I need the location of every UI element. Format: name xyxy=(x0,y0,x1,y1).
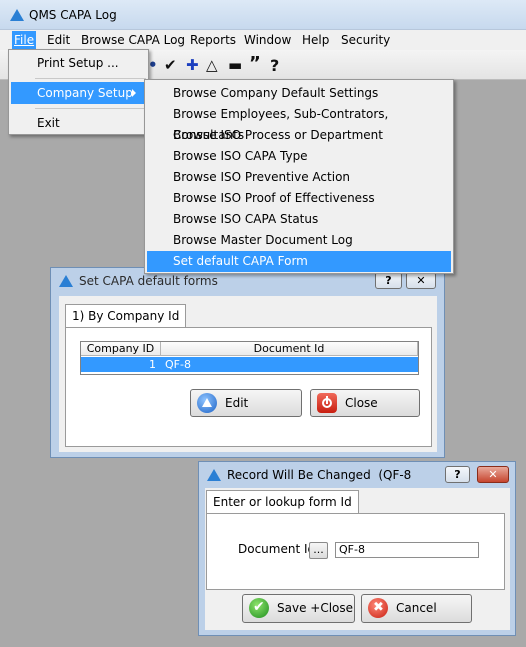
menu-help[interactable]: Help xyxy=(300,33,331,49)
menu-separator xyxy=(35,78,146,79)
tab-panel: Document Id: ... QF-8 xyxy=(206,513,505,590)
close-button[interactable]: Close xyxy=(310,389,420,417)
triangle-icon[interactable]: △ xyxy=(206,56,218,74)
dialog-title: Set CAPA default forms xyxy=(79,274,218,288)
power-icon xyxy=(317,393,337,413)
plus-icon[interactable]: ✚ xyxy=(186,56,199,74)
cancel-icon: ✖ xyxy=(368,598,388,618)
menu-item-proof-effectiveness[interactable]: Browse ISO Proof of Effectiveness xyxy=(147,188,451,209)
menu-item-preventive-action[interactable]: Browse ISO Preventive Action xyxy=(147,167,451,188)
tab-panel: Company ID Document Id 1 QF-8 Edit Close xyxy=(65,327,432,447)
menu-item-set-default-capa-form[interactable]: Set default CAPA Form xyxy=(147,251,451,272)
menu-browse-capa-log[interactable]: Browse CAPA Log xyxy=(79,33,187,49)
help-button[interactable]: ? xyxy=(375,272,402,289)
dialog-body: 1) By Company Id Company ID Document Id … xyxy=(59,296,437,452)
edit-icon xyxy=(197,393,217,413)
help-button[interactable]: ? xyxy=(445,466,470,483)
record-dialog-titlebar[interactable]: Record Will Be Changed (QF-8 ) ? ✕ xyxy=(199,462,515,488)
capa-forms-dialog: Set CAPA default forms ? ✕ 1) By Company… xyxy=(50,267,445,458)
menu-file[interactable]: File xyxy=(12,31,37,49)
company-setup-submenu: Browse Company Default Settings Browse E… xyxy=(144,79,454,274)
help-icon[interactable]: ? xyxy=(270,56,279,75)
close-button-label: Close xyxy=(345,396,378,410)
app-title: QMS CAPA Log xyxy=(29,8,117,22)
menu-security[interactable]: Security xyxy=(339,33,392,49)
lookup-button[interactable]: ... xyxy=(309,542,328,559)
save-close-label: Save +Close xyxy=(277,601,354,615)
column-header-company-id[interactable]: Company ID xyxy=(81,342,161,356)
menu-item-print-setup[interactable]: Print Setup ... xyxy=(11,52,146,74)
cancel-button[interactable]: ✖ Cancel xyxy=(361,594,472,623)
check-icon: ✔ xyxy=(249,598,269,618)
menu-item-employees[interactable]: Browse Employees, Sub-Contrators, Consul… xyxy=(147,104,451,142)
quote-icon[interactable]: ” xyxy=(249,53,261,74)
menu-item-exit[interactable]: Exit xyxy=(11,112,146,134)
menu-reports[interactable]: Reports xyxy=(188,33,238,49)
menu-separator xyxy=(35,108,146,109)
document-id-field[interactable]: QF-8 xyxy=(335,542,479,558)
tab-enter-lookup[interactable]: Enter or lookup form Id xyxy=(206,490,359,514)
table-row[interactable]: 1 QF-8 xyxy=(81,357,418,372)
save-close-button[interactable]: ✔ Save +Close xyxy=(242,594,355,623)
cell-company-id: 1 xyxy=(149,358,156,371)
file-menu: Print Setup ... Company Setup Exit xyxy=(8,49,149,135)
menu-file-label: File xyxy=(14,33,35,47)
close-icon[interactable]: ✕ xyxy=(477,466,509,483)
minus-icon[interactable]: ▬ xyxy=(228,56,242,74)
cell-document-id: QF-8 xyxy=(165,358,191,371)
app-titlebar: QMS CAPA Log xyxy=(0,0,526,30)
tab-by-company-id[interactable]: 1) By Company Id xyxy=(65,304,187,328)
dialog-body: Enter or lookup form Id Document Id: ...… xyxy=(205,488,510,630)
menu-item-capa-status[interactable]: Browse ISO CAPA Status xyxy=(147,209,451,230)
dialog-logo-icon xyxy=(207,469,221,481)
menu-item-company-defaults[interactable]: Browse Company Default Settings xyxy=(147,83,451,104)
menu-window[interactable]: Window xyxy=(242,33,293,49)
save-icon[interactable]: • xyxy=(148,56,158,74)
menu-item-company-setup[interactable]: Company Setup xyxy=(11,82,146,104)
submenu-arrow-icon xyxy=(132,89,136,97)
dialog-logo-icon xyxy=(59,275,73,287)
app-logo-icon xyxy=(10,9,24,21)
edit-button-label: Edit xyxy=(225,396,249,410)
forms-grid: Company ID Document Id 1 QF-8 xyxy=(80,341,419,375)
menu-item-company-setup-label: Company Setup xyxy=(37,86,133,100)
menu-item-iso-process[interactable]: Browse ISO Process or Department xyxy=(147,125,451,146)
edit-button[interactable]: Edit xyxy=(190,389,302,417)
menubar: File Edit Browse CAPA Log Reports Window… xyxy=(0,30,526,50)
record-changed-dialog: Record Will Be Changed (QF-8 ) ? ✕ Enter… xyxy=(198,461,516,636)
check-icon[interactable]: ✔ xyxy=(164,56,177,74)
menu-edit[interactable]: Edit xyxy=(45,33,72,49)
column-header-document-id[interactable]: Document Id xyxy=(161,342,418,356)
menu-item-master-document-log[interactable]: Browse Master Document Log xyxy=(147,230,451,251)
close-icon[interactable]: ✕ xyxy=(406,272,436,289)
menu-item-capa-type[interactable]: Browse ISO CAPA Type xyxy=(147,146,451,167)
dialog-title: Record Will Be Changed (QF-8 ) xyxy=(227,468,455,482)
document-id-label: Document Id: xyxy=(238,542,320,556)
cancel-label: Cancel xyxy=(396,601,437,615)
